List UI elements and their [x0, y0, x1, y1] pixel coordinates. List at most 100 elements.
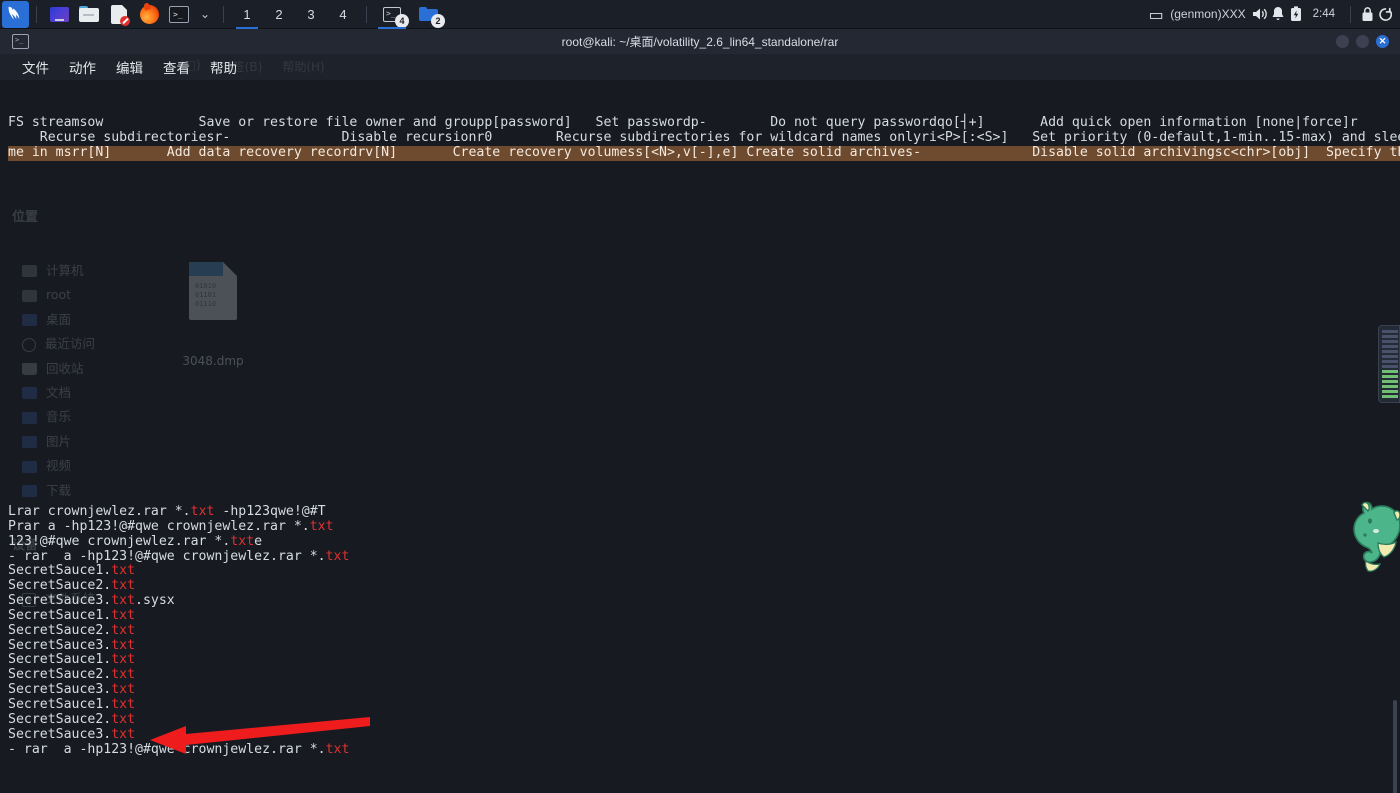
window-buttons: ✕ — [1336, 35, 1400, 48]
menu-actions[interactable]: 动作 — [59, 57, 106, 77]
task-list: >_ 4 2 — [374, 0, 446, 29]
ghost-place-label: 回收站 — [46, 360, 84, 376]
ghost-place-4: 回收站 — [0, 357, 300, 381]
show-desktop-icon[interactable] — [44, 0, 74, 29]
window-titlebar[interactable]: >_ root@kali: ~/桌面/volatility_2.6_lin64_… — [0, 29, 1400, 54]
battery-icon[interactable] — [1287, 5, 1305, 23]
terminal-output: Lrar crownjewlez.rar *.txt -hp123qwe!@#T… — [8, 504, 350, 757]
top-panel: >_ ⌄ 1 2 3 4 >_ 4 2 ▭ (genmon)XXX 2:44 — [0, 0, 1400, 29]
terminal-output-line-10: SecretSauce1.txt — [8, 652, 136, 668]
ghost-place-1: root — [0, 284, 300, 308]
documents-folder-icon — [22, 387, 37, 400]
panel-separator-2 — [223, 5, 224, 23]
minimize-button[interactable] — [1336, 35, 1349, 48]
menu-bar: 文件 动作 编辑 查看 帮助 (□) 书签(B) 帮助(H) — [0, 54, 1400, 80]
workspace-switcher: 1 2 3 4 — [231, 0, 359, 29]
panel-separator-3 — [366, 5, 367, 23]
videos-folder-icon — [22, 460, 37, 473]
menu-file[interactable]: 文件 — [12, 57, 59, 77]
terminal-output-line-9: SecretSauce3.txt — [8, 637, 136, 653]
home-folder-icon — [22, 289, 37, 302]
terminal-output-line-8: SecretSauce2.txt — [8, 622, 136, 638]
chevron-down-icon[interactable]: ⌄ — [194, 7, 216, 21]
workspace-1[interactable]: 1 — [231, 0, 263, 29]
clock[interactable]: 2:44 — [1305, 8, 1343, 20]
ghost-place-8: 视频 — [0, 454, 300, 478]
taskbar-file-manager[interactable]: 2 — [410, 0, 446, 29]
taskbar-file-manager-badge: 2 — [431, 13, 445, 28]
ghost-place-9: 下载 — [0, 479, 300, 503]
ghost-place-label: root — [46, 287, 72, 303]
ghost-dmp-file: 01010 01101 01110 3048.dmp — [178, 232, 248, 399]
rar-help-line-0: FS streamsow Save or restore file owner … — [8, 115, 1358, 130]
firefox-icon[interactable] — [134, 0, 164, 29]
terminal-content[interactable]: FS streamsow Save or restore file owner … — [0, 80, 1400, 793]
ghost-place-label: 桌面 — [46, 311, 72, 327]
text-editor-icon[interactable] — [104, 0, 134, 29]
terminal-icon[interactable]: >_ — [164, 0, 194, 29]
trash-icon — [22, 362, 37, 375]
terminal-output-line-3: - rar a -hp123!@#qwe crownjewlez.rar *.t… — [8, 548, 350, 564]
kali-dragon-logo[interactable] — [2, 0, 29, 28]
lock-icon[interactable] — [1358, 5, 1376, 23]
workspace-2[interactable]: 2 — [263, 0, 295, 29]
music-folder-icon — [22, 411, 37, 424]
ghost-place-label: 计算机 — [46, 262, 84, 278]
dump-file-icon: 01010 01101 01110 — [189, 261, 237, 320]
terminal-output-line-11: SecretSauce2.txt — [8, 667, 136, 683]
ghost-menu-item-1: 书签(B) — [220, 60, 263, 74]
terminal-scrollbar[interactable] — [1393, 700, 1397, 793]
ghost-place-label: 最近访问 — [45, 336, 96, 352]
terminal-output-line-13: SecretSauce1.txt — [8, 696, 136, 712]
terminal-output-line-15: SecretSauce3.txt — [8, 726, 136, 742]
system-tray: ▭ (genmon)XXX 2:44 — [1147, 0, 1400, 29]
window-title: root@kali: ~/桌面/volatility_2.6_lin64_sta… — [561, 35, 839, 49]
terminal-output-line-2: 123!@#qwe crownjewlez.rar *.txte — [8, 533, 263, 549]
file-manager-icon[interactable] — [74, 0, 104, 29]
green-dragon-mascot — [1353, 501, 1400, 572]
panel-left-group: >_ ⌄ 1 2 3 4 >_ 4 2 — [0, 0, 446, 29]
ghost-file-name: 3048.dmp — [182, 354, 244, 369]
dump-file-bits: 01010 01101 01110 — [195, 281, 217, 308]
terminal-output-line-1: Prar a -hp123!@#qwe crownjewlez.rar *.tx… — [8, 518, 334, 534]
rar-help-line-1: Recurse subdirectoriesr- Disable recursi… — [8, 129, 1400, 145]
ghost-place-label: 图片 — [46, 433, 72, 449]
ghost-place-label: 音乐 — [46, 409, 72, 425]
rar-help-output: FS streamsow Save or restore file owner … — [8, 115, 1400, 161]
notification-bell-icon[interactable] — [1269, 5, 1287, 23]
maximize-button[interactable] — [1356, 35, 1369, 48]
ghost-place-0: 计算机 — [0, 259, 300, 283]
ghost-place-2: 桌面 — [0, 308, 300, 332]
ghost-place-5: 文档 — [0, 381, 300, 405]
pictures-folder-icon — [22, 436, 37, 449]
ghost-menu-bar: (□) 书签(B) 帮助(H) — [180, 58, 325, 75]
computer-icon — [22, 265, 37, 278]
ghost-place-label: 文档 — [46, 384, 72, 400]
window-terminal-icon: >_ — [12, 34, 29, 49]
close-button[interactable]: ✕ — [1376, 35, 1389, 48]
screen: >_ ⌄ 1 2 3 4 >_ 4 2 ▭ (genmon)XXX 2:44 >… — [0, 0, 1400, 793]
volume-icon[interactable] — [1251, 5, 1269, 23]
ghost-place-7: 图片 — [0, 430, 300, 454]
terminal-output-line-0: Lrar crownjewlez.rar *.txt -hp123qwe!@#T — [8, 504, 326, 519]
rar-help-line-2: me in msrr[N] Add data recovery recordrv… — [8, 145, 1400, 161]
panel-separator-4 — [1350, 5, 1351, 23]
genmon-label[interactable]: (genmon)XXX — [1165, 0, 1250, 29]
taskbar-terminal[interactable]: >_ 4 — [374, 0, 410, 29]
terminal-output-line-7: SecretSauce1.txt — [8, 607, 136, 623]
panel-separator-1 — [36, 5, 37, 23]
ghost-places-header: 位置 — [12, 209, 39, 225]
terminal-output-line-12: SecretSauce3.txt — [8, 682, 136, 698]
ghost-place-label: 下载 — [46, 482, 72, 498]
workspace-4[interactable]: 4 — [327, 0, 359, 29]
ghost-place-label: 视频 — [46, 458, 72, 474]
terminal-output-line-5: SecretSauce2.txt — [8, 578, 136, 594]
terminal-output-line-16: - rar a -hp123!@#qwe crownjewlez.rar *.t… — [8, 741, 350, 757]
ghost-place-6: 音乐 — [0, 406, 300, 430]
display-icon[interactable]: ▭ — [1147, 5, 1165, 24]
workspace-3[interactable]: 3 — [295, 0, 327, 29]
menu-edit[interactable]: 编辑 — [106, 57, 153, 77]
power-icon[interactable] — [1376, 5, 1394, 23]
terminal-prompt: ┌──(root㉿kali)-[~/桌面/volatility_2.6_lin6… — [8, 771, 485, 793]
ghost-menu-item-2: 帮助(H) — [282, 60, 325, 74]
